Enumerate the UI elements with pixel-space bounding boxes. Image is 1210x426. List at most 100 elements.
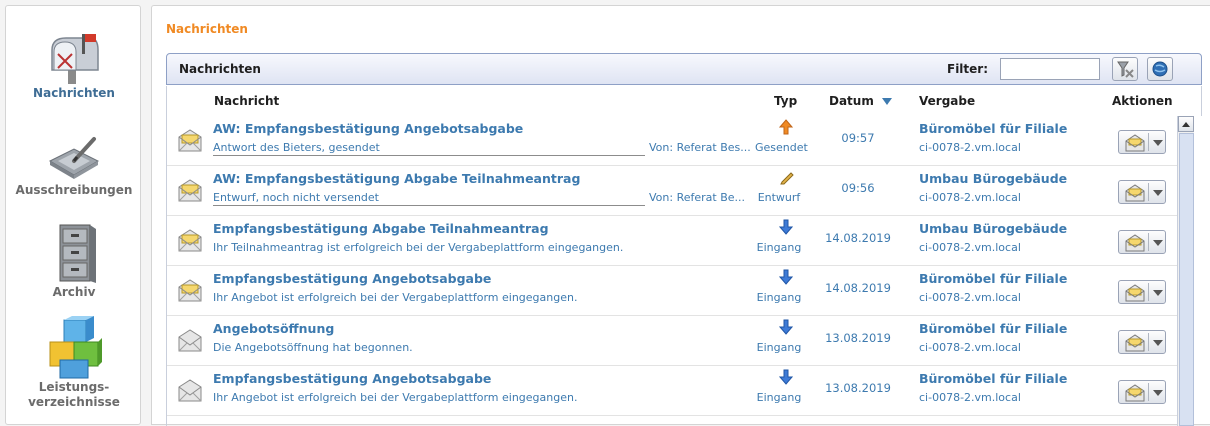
actions-menu-button[interactable] xyxy=(1118,130,1166,154)
message-preview: Ihr Angebot ist erfolgreich bei der Verg… xyxy=(213,391,578,404)
message-preview: Entwurf, noch nicht versendet xyxy=(213,191,645,206)
message-type: Entwurf xyxy=(757,191,801,204)
globe-refresh-icon xyxy=(1152,61,1168,77)
envelope-icon xyxy=(178,279,202,302)
message-from: Von: Referat Bes... xyxy=(649,141,751,154)
vertical-scrollbar[interactable] xyxy=(1177,116,1194,426)
message-preview: Antwort des Bieters, gesendet xyxy=(213,141,645,156)
open-message-icon xyxy=(1125,334,1145,352)
actions-menu-button[interactable] xyxy=(1118,230,1166,254)
table-header: Nachricht Typ Datum Vergabe Aktionen xyxy=(166,86,1202,116)
sidebar-item-archiv[interactable]: Archiv xyxy=(6,221,142,300)
message-row[interactable]: Empfangsbestätigung Abgabe Teilnahmeantr… xyxy=(167,216,1177,266)
message-row[interactable]: Angebotsöffnung Die Angebotsöffnung hat b… xyxy=(167,316,1177,366)
clear-filter-icon xyxy=(1117,61,1134,78)
message-type: Eingang xyxy=(756,391,802,404)
arrow-down-icon xyxy=(778,369,794,385)
message-subject[interactable]: Angebotsöffnung xyxy=(213,321,334,336)
sidebar-item-label: Ausschreibungen xyxy=(15,183,133,197)
refresh-button[interactable] xyxy=(1147,57,1173,81)
chevron-down-icon xyxy=(1153,140,1163,146)
message-date: 13.08.2019 xyxy=(825,331,891,345)
arrow-down-icon xyxy=(778,219,794,235)
message-row[interactable]: Empfangsbestätigung Angebotsabgabe Ihr An… xyxy=(167,266,1177,316)
vergabe-title[interactable]: Büromöbel für Filiale xyxy=(919,321,1067,336)
column-header-datum[interactable]: Datum xyxy=(829,94,893,108)
message-preview: Die Angebotsöffnung hat begonnen. xyxy=(213,341,413,354)
actions-menu-button[interactable] xyxy=(1118,180,1166,204)
message-subject[interactable]: Empfangsbestätigung Angebotsabgabe xyxy=(213,371,491,386)
vergabe-host: ci-0078-2.vm.local xyxy=(919,291,1021,304)
chevron-down-icon xyxy=(1153,290,1163,296)
message-preview: Ihr Teilnahmeantrag ist erfolgreich bei … xyxy=(213,241,624,254)
sidebar-item-leistungsverzeichnisse[interactable]: Leistungs- verzeichnisse xyxy=(6,316,142,410)
message-type: Eingang xyxy=(756,341,802,354)
arrow-up-icon xyxy=(778,119,794,135)
message-row[interactable]: Empfangsbestätigung Angebotsabgabe Ihr An… xyxy=(167,366,1177,416)
scrollbar-thumb[interactable] xyxy=(1179,133,1194,426)
clear-filter-button[interactable] xyxy=(1112,57,1138,81)
message-date: 14.08.2019 xyxy=(825,281,891,295)
actions-menu-button[interactable] xyxy=(1118,280,1166,304)
message-subject[interactable]: Empfangsbestätigung Abgabe Teilnahmeantr… xyxy=(213,221,549,236)
vergabe-host: ci-0078-2.vm.local xyxy=(919,191,1021,204)
chevron-down-icon xyxy=(1153,340,1163,346)
panel-header: Nachrichten Filter: xyxy=(166,53,1202,85)
message-subject[interactable]: AW: Empfangsbestätigung Angebotsabgabe xyxy=(213,121,523,136)
sidebar-item-label-2: verzeichnisse xyxy=(28,395,120,409)
cubes-icon xyxy=(49,316,102,379)
scroll-up-button[interactable] xyxy=(1178,116,1194,132)
message-date: 09:56 xyxy=(841,181,875,195)
envelope-icon xyxy=(178,379,202,402)
message-row[interactable]: AW: Empfangsbestätigung Abgabe Teilnahme… xyxy=(167,166,1177,216)
sidebar-item-ausschreibungen[interactable]: Ausschreibungen xyxy=(6,131,142,198)
vergabe-host: ci-0078-2.vm.local xyxy=(919,141,1021,154)
panel-title: Nachrichten xyxy=(179,62,261,76)
filter-label: Filter: xyxy=(947,62,989,76)
sidebar-item-label: Archiv xyxy=(52,285,96,299)
column-header-aktionen: Aktionen xyxy=(1112,94,1173,108)
message-date: 09:57 xyxy=(841,131,875,145)
message-subject[interactable]: Empfangsbestätigung Angebotsabgabe xyxy=(213,271,491,286)
message-type: Eingang xyxy=(756,291,802,304)
column-header-vergabe[interactable]: Vergabe xyxy=(919,94,975,108)
sort-desc-icon xyxy=(882,98,893,105)
message-list: AW: Empfangsbestätigung Angebotsabgabe An… xyxy=(166,116,1202,426)
message-date: 13.08.2019 xyxy=(825,381,891,395)
envelope-icon xyxy=(178,329,202,352)
message-preview: Ihr Angebot ist erfolgreich bei der Verg… xyxy=(213,291,578,304)
vergabe-title[interactable]: Umbau Bürogebäude xyxy=(919,171,1067,186)
sidebar-item-nachrichten[interactable]: Nachrichten xyxy=(6,30,142,101)
actions-menu-button[interactable] xyxy=(1118,330,1166,354)
sidebar-item-label: Leistungs- xyxy=(38,380,110,394)
vergabe-title[interactable]: Büromöbel für Filiale xyxy=(919,271,1067,286)
vergabe-host: ci-0078-2.vm.local xyxy=(919,341,1021,354)
message-date: 14.08.2019 xyxy=(825,231,891,245)
open-message-icon xyxy=(1125,184,1145,202)
main-content: Nachrichten Nachrichten Filter: Nachrich… xyxy=(151,5,1210,426)
filing-cabinet-icon xyxy=(59,224,96,283)
message-type: Eingang xyxy=(756,241,802,254)
vergabe-title[interactable]: Büromöbel für Filiale xyxy=(919,371,1067,386)
open-message-icon xyxy=(1125,284,1145,302)
mailbox-icon xyxy=(51,34,99,84)
open-message-icon xyxy=(1125,384,1145,402)
chevron-down-icon xyxy=(1153,190,1163,196)
vergabe-host: ci-0078-2.vm.local xyxy=(919,391,1021,404)
envelope-icon xyxy=(178,229,202,252)
sidebar: Nachrichten Ausschreibungen Archiv Leist… xyxy=(5,5,141,425)
column-header-typ[interactable]: Typ xyxy=(774,94,797,108)
arrow-down-icon xyxy=(778,319,794,335)
column-header-nachricht[interactable]: Nachricht xyxy=(214,94,279,108)
arrow-down-icon xyxy=(778,269,794,285)
filter-input[interactable] xyxy=(1000,58,1100,80)
message-row[interactable]: AW: Empfangsbestätigung Angebotsabgabe An… xyxy=(167,116,1177,166)
arrow-up-small-icon xyxy=(1182,122,1190,127)
chevron-down-icon xyxy=(1153,390,1163,396)
message-type: Gesendet xyxy=(755,141,808,154)
actions-menu-button[interactable] xyxy=(1118,380,1166,404)
vergabe-title[interactable]: Büromöbel für Filiale xyxy=(919,121,1067,136)
envelope-icon xyxy=(178,179,202,202)
message-subject[interactable]: AW: Empfangsbestätigung Abgabe Teilnahme… xyxy=(213,171,580,186)
vergabe-title[interactable]: Umbau Bürogebäude xyxy=(919,221,1067,236)
